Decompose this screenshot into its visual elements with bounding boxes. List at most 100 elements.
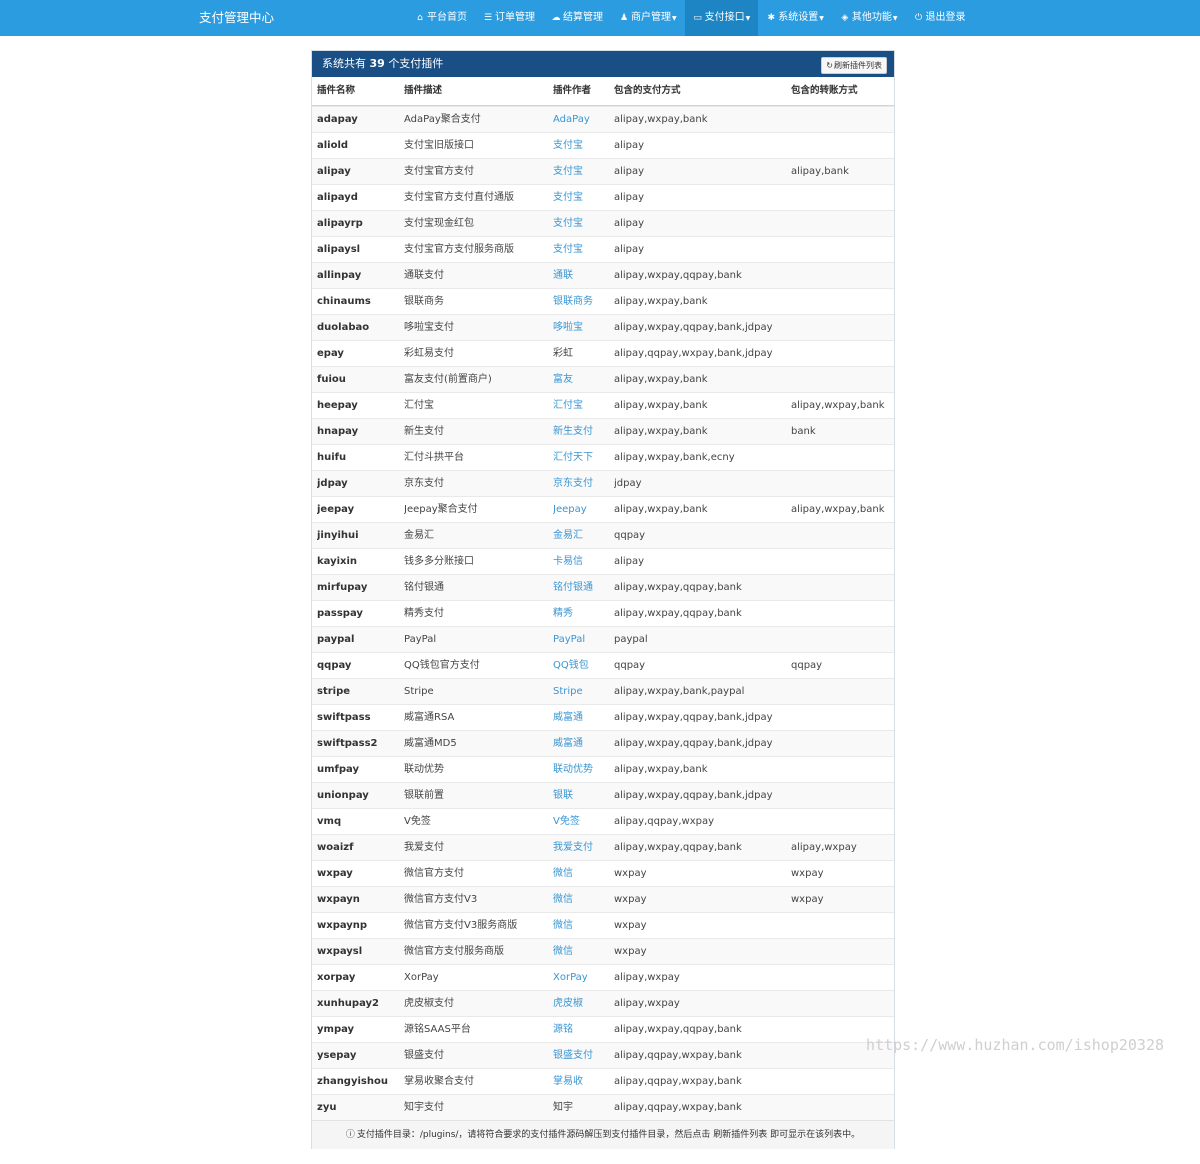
plugin-author-link[interactable]: 微信 <box>553 861 613 887</box>
plugin-name: mirfupay <box>317 582 368 593</box>
nav-item-1[interactable]: ☰ 订单管理 <box>475 0 543 36</box>
plugin-author-link[interactable]: 微信 <box>553 939 613 965</box>
plugin-name: swiftpass <box>317 712 371 723</box>
plugin-count: 39 <box>369 57 385 70</box>
plugin-author-link[interactable]: 精秀 <box>553 601 613 627</box>
plugin-author-link[interactable]: 源铭 <box>553 1017 613 1043</box>
nav-item-3[interactable]: ♟ 商户管理▼ <box>611 0 685 36</box>
plugin-panel: 系统共有 39 个支付插件 ↻刷新插件列表 插件名称 插件描述 插件作者 包含的… <box>311 50 895 1149</box>
plugin-desc: PayPal <box>404 634 437 645</box>
table-body: adapay AdaPay聚合支付 AdaPay alipay,wxpay,bank a… <box>312 106 894 1120</box>
plugin-author-link[interactable]: 支付宝 <box>553 185 613 211</box>
plugin-desc: 威富通MD5 <box>404 738 457 749</box>
plugin-author-link[interactable]: XorPay <box>553 965 613 991</box>
credit-card-icon: ▭ <box>693 13 702 23</box>
plugin-author-link[interactable]: 掌易收 <box>553 1069 613 1095</box>
table-row: hnapay 新生支付 新生支付 alipay,wxpay,bank bank <box>312 418 894 444</box>
plugin-author-link[interactable]: 哆啦宝 <box>553 315 613 341</box>
plugin-desc: 银盛支付 <box>404 1050 444 1061</box>
plugin-name: wxpaysl <box>317 946 363 957</box>
pay-methods: alipay <box>614 140 645 151</box>
transfer-methods <box>791 1069 891 1095</box>
plugin-name: alipayd <box>317 192 358 203</box>
plugin-desc: 微信官方支付 <box>404 868 464 879</box>
plugin-name: allinpay <box>317 270 362 281</box>
pay-methods: alipay <box>614 218 645 229</box>
plugin-author-link[interactable]: 卡易信 <box>553 549 613 575</box>
plugin-name: stripe <box>317 686 351 697</box>
plugin-desc: 银联前置 <box>404 790 444 801</box>
pay-methods: wxpay <box>614 894 647 905</box>
plugin-desc: V免签 <box>404 816 431 827</box>
plugin-author-link[interactable]: 新生支付 <box>553 419 613 445</box>
plugin-author-link[interactable]: 支付宝 <box>553 237 613 263</box>
plugin-author-link[interactable]: 金易汇 <box>553 523 613 549</box>
nav-item-4[interactable]: ▭ 支付接口▼ <box>684 0 759 36</box>
plugin-author-link[interactable]: 威富通 <box>553 705 613 731</box>
nav-item-6[interactable]: ◈ 其他功能▼ <box>832 0 906 36</box>
pay-methods: paypal <box>614 634 648 645</box>
plugin-author-link[interactable]: Stripe <box>553 679 613 705</box>
pay-methods: alipay,wxpay,qqpay,bank <box>614 608 742 619</box>
plugin-desc: 彩虹易支付 <box>404 348 454 359</box>
plugin-author-link[interactable]: 银联商务 <box>553 289 613 315</box>
plugin-author-link[interactable]: 支付宝 <box>553 133 613 159</box>
transfer-methods: alipay,wxpay,bank <box>791 504 885 515</box>
plugin-author-link[interactable]: 虎皮椒 <box>553 991 613 1017</box>
plugin-author-link[interactable]: 京东支付 <box>553 471 613 497</box>
nav-item-5[interactable]: ✱ 系统设置▼ <box>758 0 832 36</box>
plugin-author-link[interactable]: 威富通 <box>553 731 613 757</box>
brand-title[interactable]: 支付管理中心 <box>199 0 274 36</box>
plugin-name: wxpayn <box>317 894 360 905</box>
nav-item-2[interactable]: ☁ 结算管理 <box>543 0 611 36</box>
table-row: aliold 支付宝旧版接口 支付宝 alipay <box>312 132 894 158</box>
plugin-author-link[interactable]: 微信 <box>553 887 613 913</box>
power-icon: ⏻ <box>914 13 923 23</box>
plugin-author-link[interactable]: 支付宝 <box>553 159 613 185</box>
plugin-author-link[interactable]: 微信 <box>553 913 613 939</box>
plugin-desc: 支付宝旧版接口 <box>404 140 474 151</box>
plugin-author-link[interactable]: PayPal <box>553 627 613 653</box>
plugin-author-link[interactable]: 银盛支付 <box>553 1043 613 1069</box>
pay-methods: alipay,wxpay,qqpay,bank <box>614 1024 742 1035</box>
plugin-author-link[interactable]: V免签 <box>553 809 613 835</box>
pay-methods: alipay,qqpay,wxpay,bank <box>614 1102 742 1113</box>
pay-methods: alipay,wxpay,qqpay,bank,jdpay <box>614 322 773 333</box>
pay-methods: alipay,wxpay,bank <box>614 374 708 385</box>
caret-down-icon: ▼ <box>745 15 751 22</box>
plugin-desc: 钱多多分账接口 <box>404 556 474 567</box>
nav-label: 支付接口 <box>704 12 745 23</box>
pay-methods: alipay,qqpay,wxpay,bank <box>614 1076 742 1087</box>
plugin-author-link[interactable]: 汇付天下 <box>553 445 613 471</box>
plugin-name: alipayrp <box>317 218 363 229</box>
plugin-name: paypal <box>317 634 355 645</box>
table-row: xunhupay2 虎皮椒支付 虎皮椒 alipay,wxpay <box>312 990 894 1016</box>
plugin-name: passpay <box>317 608 363 619</box>
plugin-author: 彩虹 <box>553 348 573 359</box>
transfer-methods <box>791 263 891 289</box>
plugin-author-link[interactable]: 富友 <box>553 367 613 393</box>
plugin-author-link[interactable]: 支付宝 <box>553 211 613 237</box>
refresh-button-label: 刷新插件列表 <box>834 61 882 70</box>
panel-title: 系统共有 39 个支付插件 <box>322 51 443 77</box>
plugin-author-link[interactable]: QQ钱包 <box>553 653 613 679</box>
plugin-author-link[interactable]: 我爱支付 <box>553 835 613 861</box>
pay-methods: alipay,wxpay,bank <box>614 764 708 775</box>
plugin-name: huifu <box>317 452 347 463</box>
nav-item-0[interactable]: ⌂ 平台首页 <box>407 0 475 36</box>
plugin-author-link[interactable]: AdaPay <box>553 107 613 133</box>
plugin-author-link[interactable]: 铭付银通 <box>553 575 613 601</box>
plugin-name: adapay <box>317 114 358 125</box>
table-row: adapay AdaPay聚合支付 AdaPay alipay,wxpay,bank <box>312 106 894 132</box>
plugin-author-link[interactable]: 联动优势 <box>553 757 613 783</box>
plugin-author-link[interactable]: 银联 <box>553 783 613 809</box>
nav-item-7[interactable]: ⏻ 退出登录 <box>906 0 974 36</box>
table-row: kayixin 钱多多分账接口 卡易信 alipay <box>312 548 894 574</box>
transfer-methods <box>791 549 891 575</box>
refresh-plugins-button[interactable]: ↻刷新插件列表 <box>821 57 887 74</box>
plugin-author-link[interactable]: 汇付宝 <box>553 393 613 419</box>
plugin-author-link[interactable]: Jeepay <box>553 497 613 523</box>
plugin-author-link[interactable]: 通联 <box>553 263 613 289</box>
transfer-methods: alipay,wxpay,bank <box>791 400 885 411</box>
table-row: alipayrp 支付宝现金红包 支付宝 alipay <box>312 210 894 236</box>
